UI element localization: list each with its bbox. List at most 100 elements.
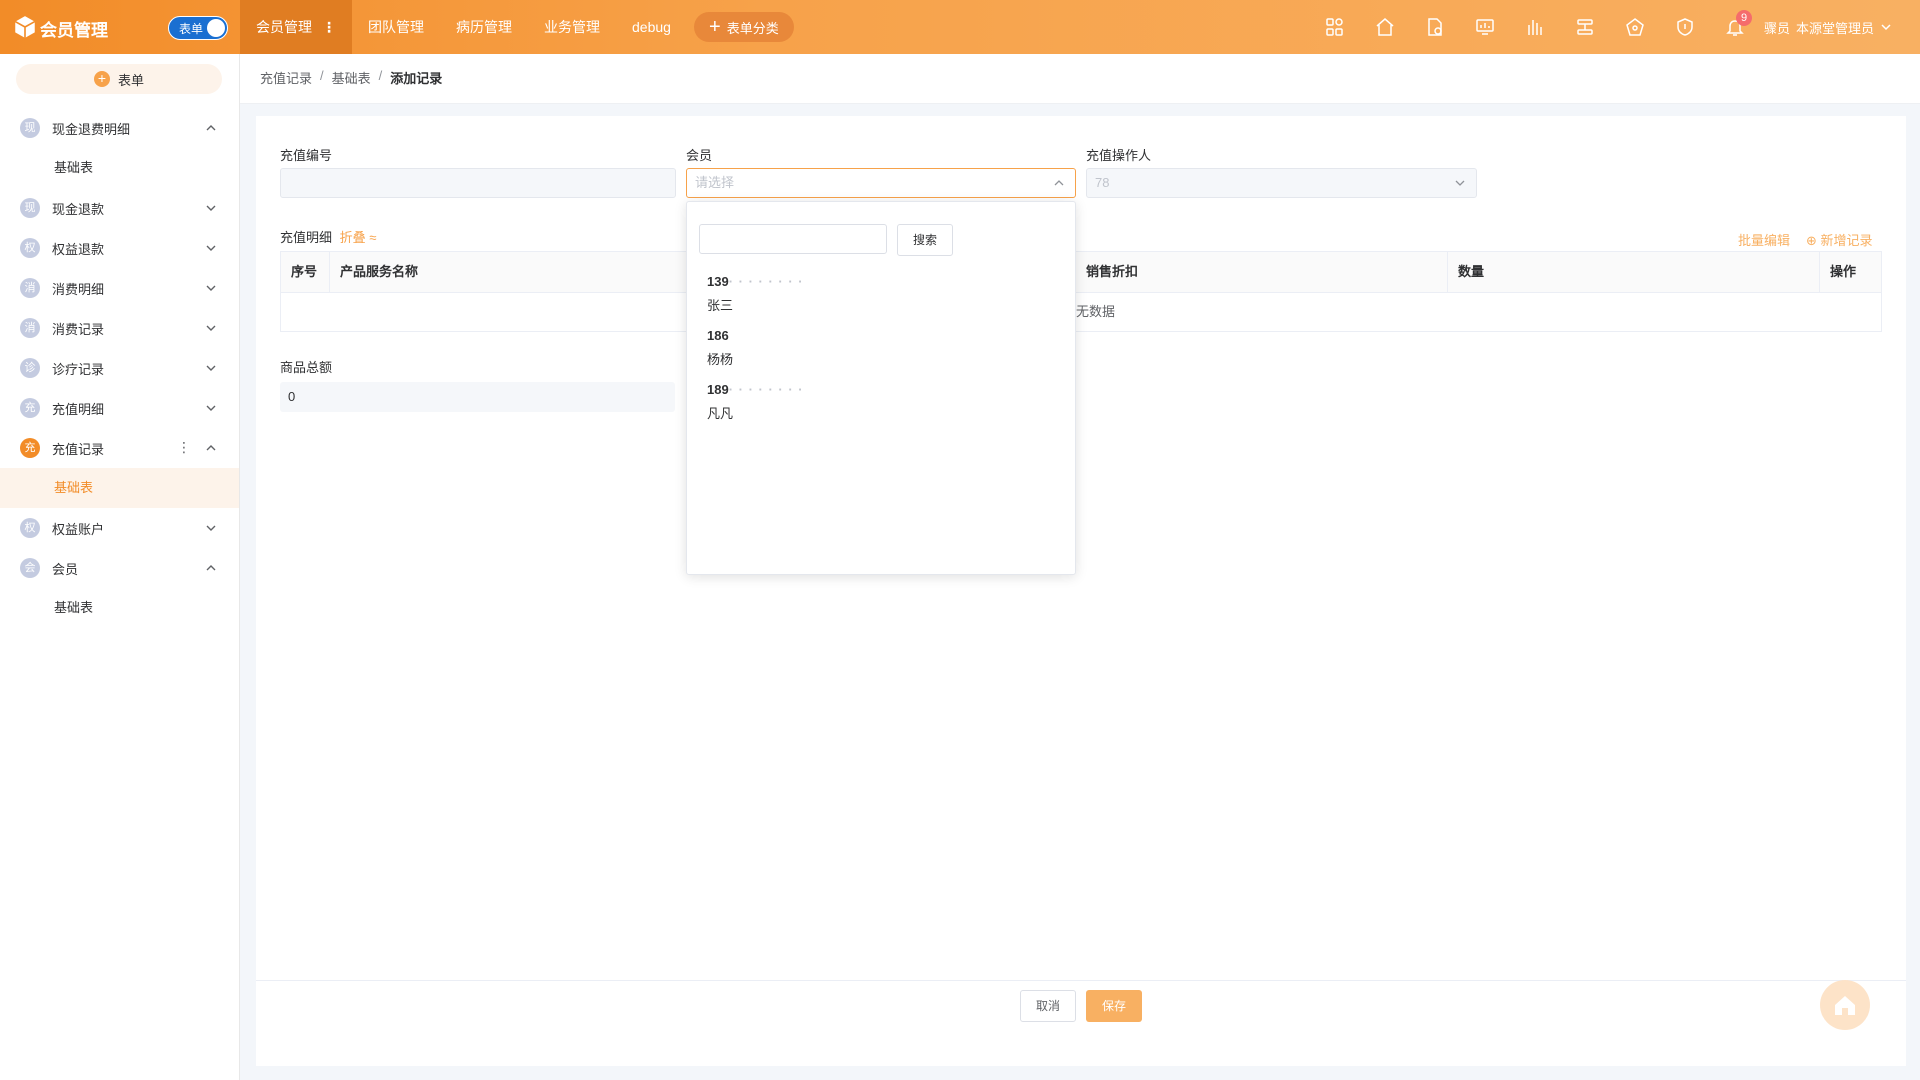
group-avatar-icon: 权	[20, 238, 40, 258]
sidebar-group[interactable]: 诊诊疗记录	[0, 348, 239, 388]
chevron-up-icon[interactable]	[205, 442, 217, 454]
apps-icon[interactable]	[1310, 0, 1360, 54]
sidebar-group[interactable]: 会会员	[0, 548, 239, 588]
detail-title: 充值明细	[280, 230, 333, 245]
group-avatar-icon: 现	[20, 118, 40, 138]
member-dropdown: 搜索 139· · · · · · · · 张三 186 杨杨 189· · ·…	[686, 201, 1076, 575]
breadcrumb: 充值记录 / 基础表 / 添加记录	[260, 68, 442, 87]
sidebar-sub-item[interactable]: 基础表	[0, 588, 239, 628]
house-icon	[1835, 996, 1855, 1015]
sidebar-group[interactable]: 权权益退款	[0, 228, 239, 268]
member-name: 张三	[707, 298, 734, 313]
nav-item-label: 业务管理	[544, 19, 600, 35]
column-header: 数量	[1448, 252, 1820, 292]
sidebar-group-label: 消费明细	[52, 281, 105, 297]
group-avatar-icon: 充	[20, 438, 40, 458]
notification-badge: 9	[1736, 10, 1752, 26]
operator-value: 78	[1095, 175, 1110, 190]
shield-icon[interactable]	[1660, 0, 1710, 54]
chevron-down-icon[interactable]	[205, 362, 217, 374]
chevron-down-icon[interactable]	[205, 242, 217, 254]
breadcrumb-item-base-table[interactable]: 基础表	[332, 68, 371, 87]
member-option[interactable]: 189· · · · · · · · 凡凡	[707, 382, 1007, 422]
logo-cube-icon	[14, 16, 36, 38]
chevron-up-icon[interactable]	[205, 122, 217, 134]
sidebar-group[interactable]: 消消费明细	[0, 268, 239, 308]
sidebar-group[interactable]: 权权益账户	[0, 508, 239, 548]
footer-divider	[256, 980, 1906, 981]
cancel-button[interactable]: 取消	[1020, 990, 1076, 1022]
chevron-down-icon[interactable]	[205, 282, 217, 294]
sidebar-group-label: 会员	[52, 561, 79, 577]
operator-select[interactable]: 78	[1086, 168, 1477, 198]
total-label: 商品总额	[280, 360, 333, 375]
group-avatar-icon: 诊	[20, 358, 40, 378]
sidebar-group[interactable]: 充充值明细	[0, 388, 239, 428]
home-icon[interactable]	[1360, 0, 1410, 54]
member-label: 会员	[686, 148, 713, 163]
group-avatar-icon: 权	[20, 518, 40, 538]
member-option[interactable]: 139· · · · · · · · 张三	[707, 274, 1007, 314]
member-option[interactable]: 186 杨杨	[707, 328, 1007, 368]
member-select[interactable]: 请选择	[686, 168, 1076, 198]
member-name: 凡凡	[707, 406, 734, 421]
nav-item-business-management[interactable]: 业务管理	[528, 0, 616, 54]
sidebar-group-label: 充值明细	[52, 401, 105, 417]
nav-item-team-management[interactable]: 团队管理	[352, 0, 440, 54]
collapse-link[interactable]: 折叠 ≈	[340, 230, 377, 245]
member-name: 杨杨	[707, 352, 734, 367]
document-settings-icon[interactable]	[1410, 0, 1460, 54]
form-mode-toggle[interactable]: 表单	[168, 16, 228, 40]
list-flow-icon[interactable]	[1560, 0, 1610, 54]
sidebar-group-label: 充值记录	[52, 441, 105, 457]
empty-text: 无数据	[1076, 304, 1116, 319]
sidebar-sub-item[interactable]: 基础表	[0, 468, 239, 508]
member-phone: 189· · · · · · · ·	[707, 382, 1007, 397]
add-form-button[interactable]: + 表单	[16, 64, 222, 94]
member-search-input[interactable]	[699, 224, 887, 254]
add-record-link[interactable]: ⊕ 新增记录	[1806, 230, 1873, 249]
breadcrumb-item-current: 添加记录	[390, 71, 443, 86]
member-search-button[interactable]: 搜索	[897, 224, 953, 256]
chevron-down-icon[interactable]	[205, 522, 217, 534]
nav-item-debug[interactable]: debug	[616, 0, 687, 54]
group-avatar-icon: 充	[20, 398, 40, 418]
group-avatar-icon: 会	[20, 558, 40, 578]
chevron-up-icon[interactable]	[205, 562, 217, 574]
chevron-down-icon[interactable]	[205, 322, 217, 334]
sidebar-group[interactable]: 消消费记录	[0, 308, 239, 348]
more-vertical-icon[interactable]: ⋮	[322, 0, 336, 54]
sidebar-sub-item[interactable]: 基础表	[0, 148, 239, 188]
sidebar-group-label: 现金退费明细	[52, 121, 131, 137]
phone-mask: · · · · · · · ·	[728, 274, 804, 289]
more-vertical-icon[interactable]: ⋮	[177, 439, 191, 456]
breadcrumb-item-recharge-records[interactable]: 充值记录	[260, 68, 312, 87]
user-menu[interactable]: 骤员 本源堂管理员	[1764, 0, 1892, 54]
nav-item-medical-records[interactable]: 病历管理	[440, 0, 528, 54]
recharge-no-field[interactable]	[280, 168, 676, 198]
column-header: 操作	[1830, 264, 1857, 279]
bell-icon[interactable]: 9	[1710, 0, 1760, 54]
sidebar-group[interactable]: 充充值记录 ⋮	[0, 428, 239, 468]
monitor-chart-icon[interactable]	[1460, 0, 1510, 54]
nav-item-member-management[interactable]: 会员管理 ⋮	[240, 0, 352, 54]
detail-table: 序号 产品服务名称 销售折扣 数量 操作 无数据	[280, 251, 1882, 332]
batch-edit-link[interactable]: 批量编辑	[1738, 230, 1790, 249]
sidebar-group[interactable]: 现现金退费明细	[0, 108, 239, 148]
group-avatar-icon: 消	[20, 278, 40, 298]
member-phone: 139· · · · · · · ·	[707, 274, 1007, 289]
floating-home-button[interactable]	[1820, 980, 1870, 1030]
save-button[interactable]: 保存	[1086, 990, 1142, 1022]
bar-chart-icon[interactable]	[1510, 0, 1560, 54]
group-avatar-icon: 现	[20, 198, 40, 218]
network-icon[interactable]	[1610, 0, 1660, 54]
chevron-down-icon[interactable]	[205, 402, 217, 414]
sidebar-group[interactable]: 现现金退款	[0, 188, 239, 228]
nav-item-label: 会员管理	[256, 19, 312, 35]
sidebar-group-label: 诊疗记录	[52, 361, 105, 377]
nav-item-label: debug	[632, 19, 671, 35]
chevron-down-icon[interactable]	[205, 202, 217, 214]
member-select-placeholder: 请选择	[695, 175, 735, 190]
form-category-button[interactable]: + 表单分类	[694, 12, 794, 42]
plus-icon: +	[709, 16, 721, 38]
